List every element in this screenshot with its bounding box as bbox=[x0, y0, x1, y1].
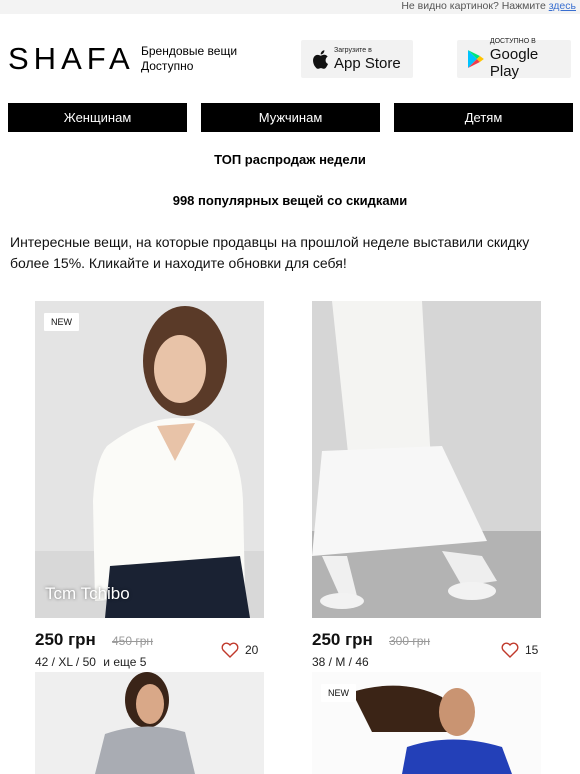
app-store-big: App Store bbox=[334, 54, 401, 72]
tagline-line1: Брендовые вещи bbox=[141, 44, 238, 58]
product-image-2[interactable] bbox=[312, 301, 541, 618]
product-likes-count-1: 20 bbox=[245, 643, 259, 657]
product-photo-3 bbox=[35, 672, 264, 774]
product-likes-2[interactable]: 15 bbox=[501, 642, 538, 658]
tagline: Брендовые вещи Доступно bbox=[141, 44, 237, 74]
heart-icon bbox=[501, 642, 519, 658]
product-sizes-1: 42 / XL / 50 и еще 5 bbox=[35, 655, 146, 669]
product-sizes-2-value: 38 / M / 46 bbox=[312, 655, 369, 669]
new-badge: NEW bbox=[44, 313, 79, 331]
brand-overlay: Tcm Tchibo bbox=[45, 584, 130, 603]
app-store-texts: Загрузите в App Store bbox=[334, 47, 401, 72]
product-price-1: 250 грн bbox=[35, 630, 96, 649]
product-image-1[interactable]: NEW Tcm Tchibo bbox=[35, 301, 264, 618]
product-image-4[interactable]: NEW bbox=[312, 672, 541, 774]
product-photo-1 bbox=[35, 301, 264, 618]
product-old-price-2: 300 грн bbox=[389, 634, 431, 648]
new-badge: NEW bbox=[321, 684, 356, 702]
google-play-big: Google Play bbox=[489, 46, 539, 80]
product-price-2: 250 грн bbox=[312, 630, 373, 649]
nav-kids-button[interactable]: Детям bbox=[394, 103, 573, 132]
product-more-sizes-1: и еще 5 bbox=[103, 655, 147, 669]
app-store-button[interactable]: Загрузите в App Store bbox=[301, 40, 413, 78]
images-hint: Не видно картинок? Нажмите здесь bbox=[401, 0, 576, 12]
product-likes-count-2: 15 bbox=[525, 643, 539, 657]
google-play-small: ДОСТУПНО В bbox=[489, 38, 536, 45]
top-bar: Не видно картинок? Нажмите здесь bbox=[0, 0, 580, 14]
intro-text: Интересные вещи, на которые продавцы на … bbox=[10, 234, 530, 271]
popular-count-heading: 998 популярных вещей со скидками bbox=[172, 193, 408, 208]
images-hint-link[interactable]: здесь bbox=[549, 0, 576, 12]
product-sizes-2: 38 / M / 46 bbox=[312, 655, 369, 669]
google-play-icon bbox=[467, 50, 484, 68]
product-old-price-1: 450 грн bbox=[112, 634, 154, 648]
product-likes-1[interactable]: 20 bbox=[221, 642, 258, 658]
shafa-logo[interactable]: SHAFA bbox=[8, 39, 135, 79]
nav-women-button[interactable]: Женщинам bbox=[8, 103, 187, 132]
apple-icon bbox=[313, 49, 328, 69]
product-sizes-1-value: 42 / XL / 50 bbox=[35, 655, 96, 669]
top-sales-heading: ТОП распродаж недели bbox=[214, 152, 366, 167]
tagline-line2: Доступно bbox=[141, 59, 194, 73]
product-image-3[interactable] bbox=[35, 672, 264, 774]
product-photo-2 bbox=[312, 301, 541, 618]
heart-icon bbox=[221, 642, 239, 658]
app-store-small: Загрузите в bbox=[334, 46, 372, 54]
images-hint-text: Не видно картинок? Нажмите bbox=[401, 0, 546, 12]
google-play-texts: ДОСТУПНО В Google Play bbox=[490, 38, 571, 80]
nav-men-button[interactable]: Мужчинам bbox=[201, 103, 380, 132]
google-play-button[interactable]: ДОСТУПНО В Google Play bbox=[457, 38, 571, 80]
